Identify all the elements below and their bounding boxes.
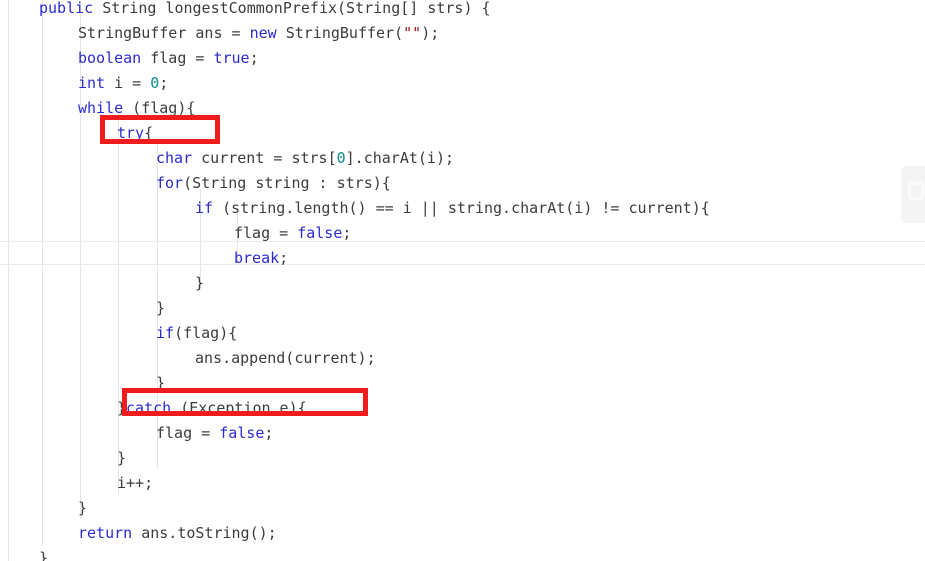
code-line[interactable]: } [0, 271, 925, 296]
code-line[interactable]: boolean flag = true; [0, 46, 925, 71]
token-keyword: for [156, 174, 184, 192]
token-keyword: true [213, 49, 250, 67]
code-line[interactable]: break; [0, 246, 925, 271]
token-plain: ans.append(current); [195, 349, 376, 367]
token-keyword: return [78, 524, 133, 542]
code-line[interactable]: flag = false; [0, 421, 925, 446]
token-keyword: if [156, 324, 175, 342]
token-plain: StringBuffer( [276, 24, 404, 42]
code-line[interactable]: for(String string : strs){ [0, 171, 925, 196]
token-keyword: while [78, 99, 124, 117]
code-line[interactable]: StringBuffer ans = new StringBuffer(""); [0, 21, 925, 46]
token-plain: (String string : strs){ [183, 174, 391, 192]
code-line[interactable]: if(flag){ [0, 321, 925, 346]
code-line[interactable]: }catch (Exception e){ [0, 396, 925, 421]
code-line[interactable]: } [0, 371, 925, 396]
token-keyword: int [78, 74, 106, 92]
token-plain: flag = [156, 424, 220, 442]
code-line[interactable]: while (flag){ [0, 96, 925, 121]
code-line[interactable]: return ans.toString(); [0, 521, 925, 546]
token-plain: } [117, 449, 127, 467]
token-plain: } [156, 374, 166, 392]
token-plain: flag = [234, 224, 298, 242]
code-editor[interactable]: public String longestCommonPrefix(String… [0, 0, 925, 561]
token-plain: ); [421, 24, 440, 42]
token-plain: StringBuffer ans = [78, 24, 250, 42]
code-line[interactable]: try{ [0, 121, 925, 146]
token-keyword: if [195, 199, 214, 217]
code-line[interactable]: char current = strs[0].charAt(i); [0, 146, 925, 171]
token-keyword: catch [126, 399, 172, 417]
code-line[interactable]: ans.append(current); [0, 346, 925, 371]
token-plain: ].charAt(i); [345, 149, 455, 167]
token-plain: (flag){ [174, 324, 238, 342]
token-plain: } [78, 499, 88, 517]
copy-icon [908, 182, 924, 200]
token-plain: } [39, 549, 49, 561]
token-plain: (Exception e){ [171, 399, 307, 417]
token-plain: ; [159, 74, 169, 92]
token-keyword: char [156, 149, 193, 167]
code-line[interactable]: } [0, 546, 925, 561]
code-line[interactable]: } [0, 296, 925, 321]
token-keyword: false [219, 424, 265, 442]
token-plain: ; [279, 249, 289, 267]
token-plain: } [156, 299, 166, 317]
token-plain: (flag){ [123, 99, 196, 117]
token-plain: ans.toString(); [132, 524, 277, 542]
token-keyword: false [297, 224, 343, 242]
token-keyword: try [117, 124, 145, 142]
token-plain: i = [105, 74, 151, 92]
code-line[interactable]: if (string.length() == i || string.charA… [0, 196, 925, 221]
token-keyword: boolean [78, 49, 142, 67]
token-keyword: new [249, 24, 277, 42]
token-number: 0 [150, 74, 160, 92]
token-plain: ; [249, 49, 259, 67]
token-plain: flag = [141, 49, 214, 67]
token-plain: current = strs[ [192, 149, 337, 167]
token-keyword: public [39, 0, 94, 17]
copy-button-panel[interactable] [901, 166, 925, 223]
token-plain: { [144, 124, 154, 142]
code-line[interactable]: int i = 0; [0, 71, 925, 96]
token-plain: String longestCommonPrefix(String[] strs… [93, 0, 491, 17]
token-number: 0 [336, 149, 346, 167]
token-keyword: break [234, 249, 280, 267]
code-line[interactable]: } [0, 446, 925, 471]
token-plain: } [117, 399, 127, 417]
code-line[interactable]: i++; [0, 471, 925, 496]
code-line[interactable]: } [0, 496, 925, 521]
code-line[interactable]: public String longestCommonPrefix(String… [0, 0, 925, 21]
code-line[interactable]: flag = false; [0, 221, 925, 246]
token-plain: (string.length() == i || string.charAt(i… [213, 199, 710, 217]
token-plain: i++; [117, 474, 154, 492]
token-plain: } [195, 274, 205, 292]
token-string: "" [403, 24, 422, 42]
token-plain: ; [264, 424, 274, 442]
token-plain: ; [342, 224, 352, 242]
